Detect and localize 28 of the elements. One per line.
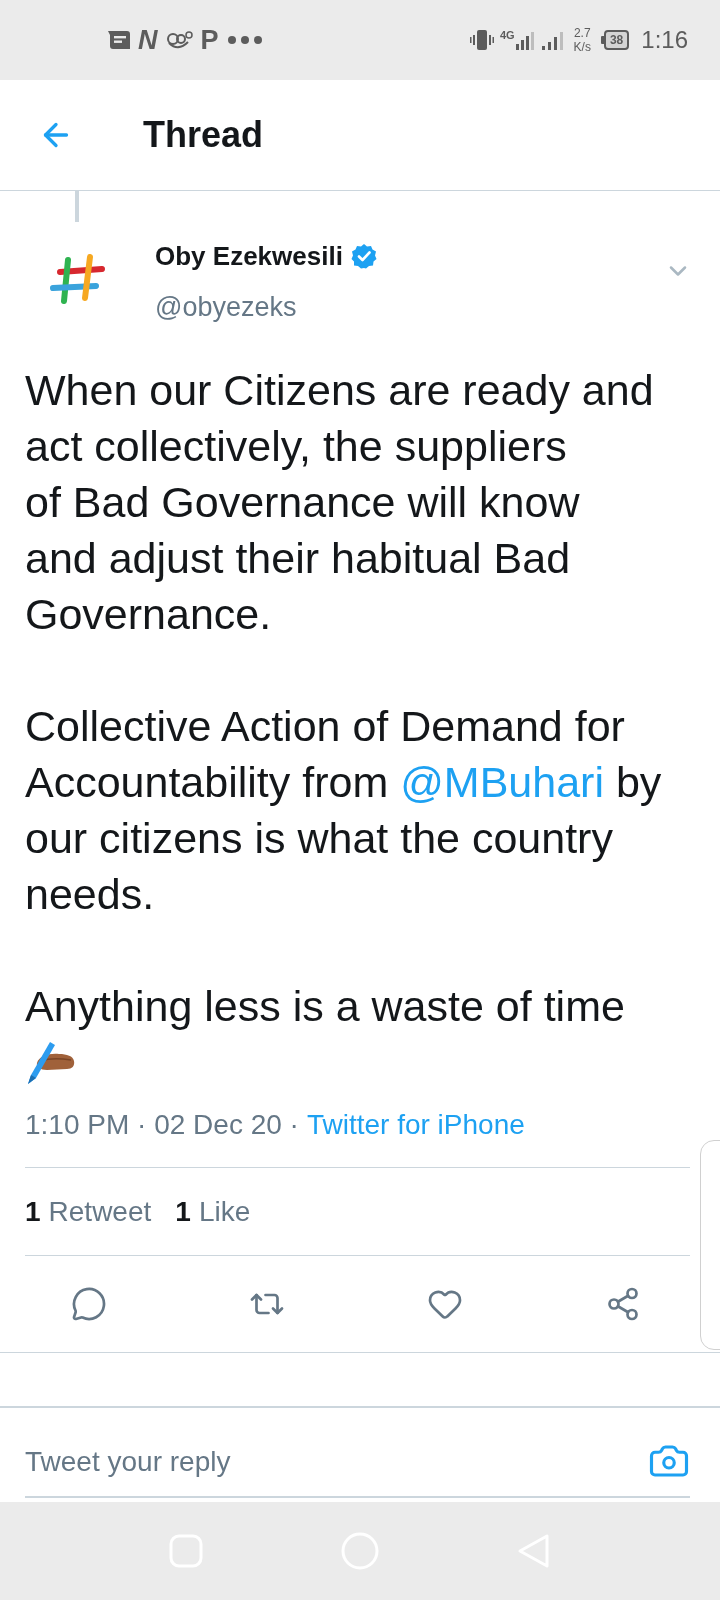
app-logo-icon [165,30,193,50]
tweet-text: Collective Action of Demand for Accountability from @MBuhari by our citizens is what the country needs. [25,701,663,920]
more-icon [226,35,263,45]
tweet-text: Anything less is a waste of time [25,981,626,1032]
tweet-text: When our Citizens are ready and act collectively, the suppliers of Bad Governance will know and adjust their habitual Bad Governance. [25,365,655,640]
status-time: 1:16 [641,28,688,52]
data-speed-unit: K/s [573,41,591,53]
author-handle[interactable]: @obyezeks [155,291,377,323]
battery-indicator: 38 [600,30,630,50]
engagement-stat[interactable]: 1 Like [175,1197,251,1226]
app-letter-logo: N [138,26,158,54]
author-name[interactable]: Oby Ezekwesili [155,243,343,269]
signal-icon [541,30,564,50]
share-icon [605,1286,641,1322]
reply-icon [71,1286,107,1322]
engagement-stat[interactable]: 1 Retweet [25,1197,152,1226]
app-letter-logo: P [200,26,219,54]
header-title: Thread [143,117,264,153]
data-speed-value: 2.7 [573,27,591,39]
tweet-timestamp: 1:10 PM · 02 Dec 20 · [25,1111,299,1139]
reply-input[interactable]: Tweet your reply [25,1442,648,1482]
message-icon [108,30,130,50]
vibrate-icon [469,29,494,51]
hashtag-avatar[interactable] [50,254,106,304]
share-button[interactable] [605,1286,641,1322]
network-type: 4G [499,30,515,41]
reply-button[interactable] [71,1286,107,1322]
signal-icon [515,30,536,50]
